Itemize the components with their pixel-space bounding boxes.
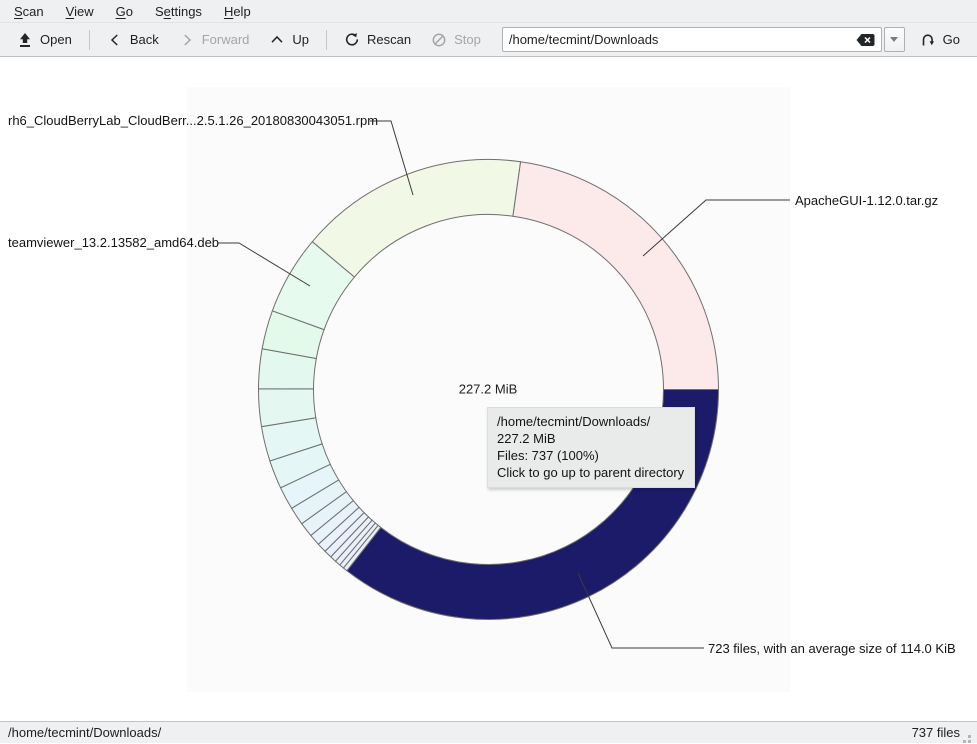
chart-callout-label: rh6_CloudBerryLab_CloudBerr...2.5.1.26_2… — [8, 113, 379, 128]
toolbar: Open Back Forward Up Rescan Stop /home/t… — [0, 23, 977, 57]
statusbar-path: /home/tecmint/Downloads/ — [8, 725, 162, 740]
chevron-down-icon — [890, 37, 899, 42]
statusbar: /home/tecmint/Downloads/ 737 files — [0, 721, 977, 743]
chart-callout-label: 723 files, with an average size of 114.0… — [708, 641, 956, 656]
tooltip-path: /home/tecmint/Downloads/ — [497, 414, 651, 429]
open-button[interactable]: Open — [8, 27, 81, 53]
menu-help[interactable]: Help — [214, 1, 261, 22]
tooltip-hint: Click to go up to parent directory — [497, 465, 685, 480]
ring-segment[interactable] — [512, 161, 720, 390]
stop-prohibition-icon — [431, 32, 447, 48]
path-dropdown-button[interactable] — [883, 27, 905, 52]
tooltip-size: 227.2 MiB — [497, 431, 556, 446]
forward-button[interactable]: Forward — [170, 27, 259, 53]
location-bar — [501, 27, 905, 52]
back-chevron-icon — [107, 32, 123, 48]
rescan-refresh-icon — [344, 32, 360, 48]
menu-settings[interactable]: Settings — [145, 1, 212, 22]
go-button[interactable]: Go — [911, 27, 969, 53]
up-label: Up — [292, 32, 310, 47]
back-button[interactable]: Back — [98, 27, 168, 53]
tooltip-files: Files: 737 (100%) — [497, 448, 599, 463]
radial-map-view: rh6_CloudBerryLab_CloudBerr...2.5.1.26_2… — [0, 57, 977, 721]
ring-segment[interactable] — [311, 159, 522, 278]
stop-label: Stop — [454, 32, 481, 47]
rescan-label: Rescan — [367, 32, 412, 47]
menu-go[interactable]: Go — [106, 1, 143, 22]
menu-view[interactable]: View — [56, 1, 104, 22]
menu-scan[interactable]: Scan — [4, 1, 54, 22]
statusbar-file-count: 737 files — [911, 725, 960, 740]
open-upload-icon — [17, 32, 33, 48]
up-chevron-icon — [269, 32, 285, 48]
up-button[interactable]: Up — [260, 27, 318, 53]
go-label: Go — [942, 32, 960, 47]
stop-button[interactable]: Stop — [422, 27, 490, 53]
path-field[interactable] — [501, 27, 882, 52]
forward-chevron-icon — [179, 32, 195, 48]
forward-label: Forward — [201, 32, 250, 47]
go-jump-arrow-icon — [920, 32, 936, 48]
menubar: Scan View Go Settings Help — [0, 0, 977, 23]
chart-callout-label: ApacheGUI-1.12.0.tar.gz — [795, 193, 939, 208]
open-label: Open — [40, 32, 72, 47]
path-input[interactable] — [504, 32, 856, 47]
resize-grip[interactable] — [968, 735, 971, 738]
clear-text-icon[interactable] — [856, 32, 876, 47]
directory-tooltip: /home/tecmint/Downloads/ 227.2 MiB Files… — [487, 407, 696, 488]
toolbar-separator — [326, 29, 328, 50]
ring-center-size-label[interactable]: 227.2 MiB — [459, 382, 518, 397]
rescan-button[interactable]: Rescan — [335, 27, 420, 53]
chart-callout-label: teamviewer_13.2.13582_amd64.deb — [8, 235, 220, 250]
back-label: Back — [129, 32, 159, 47]
toolbar-separator — [88, 29, 90, 50]
